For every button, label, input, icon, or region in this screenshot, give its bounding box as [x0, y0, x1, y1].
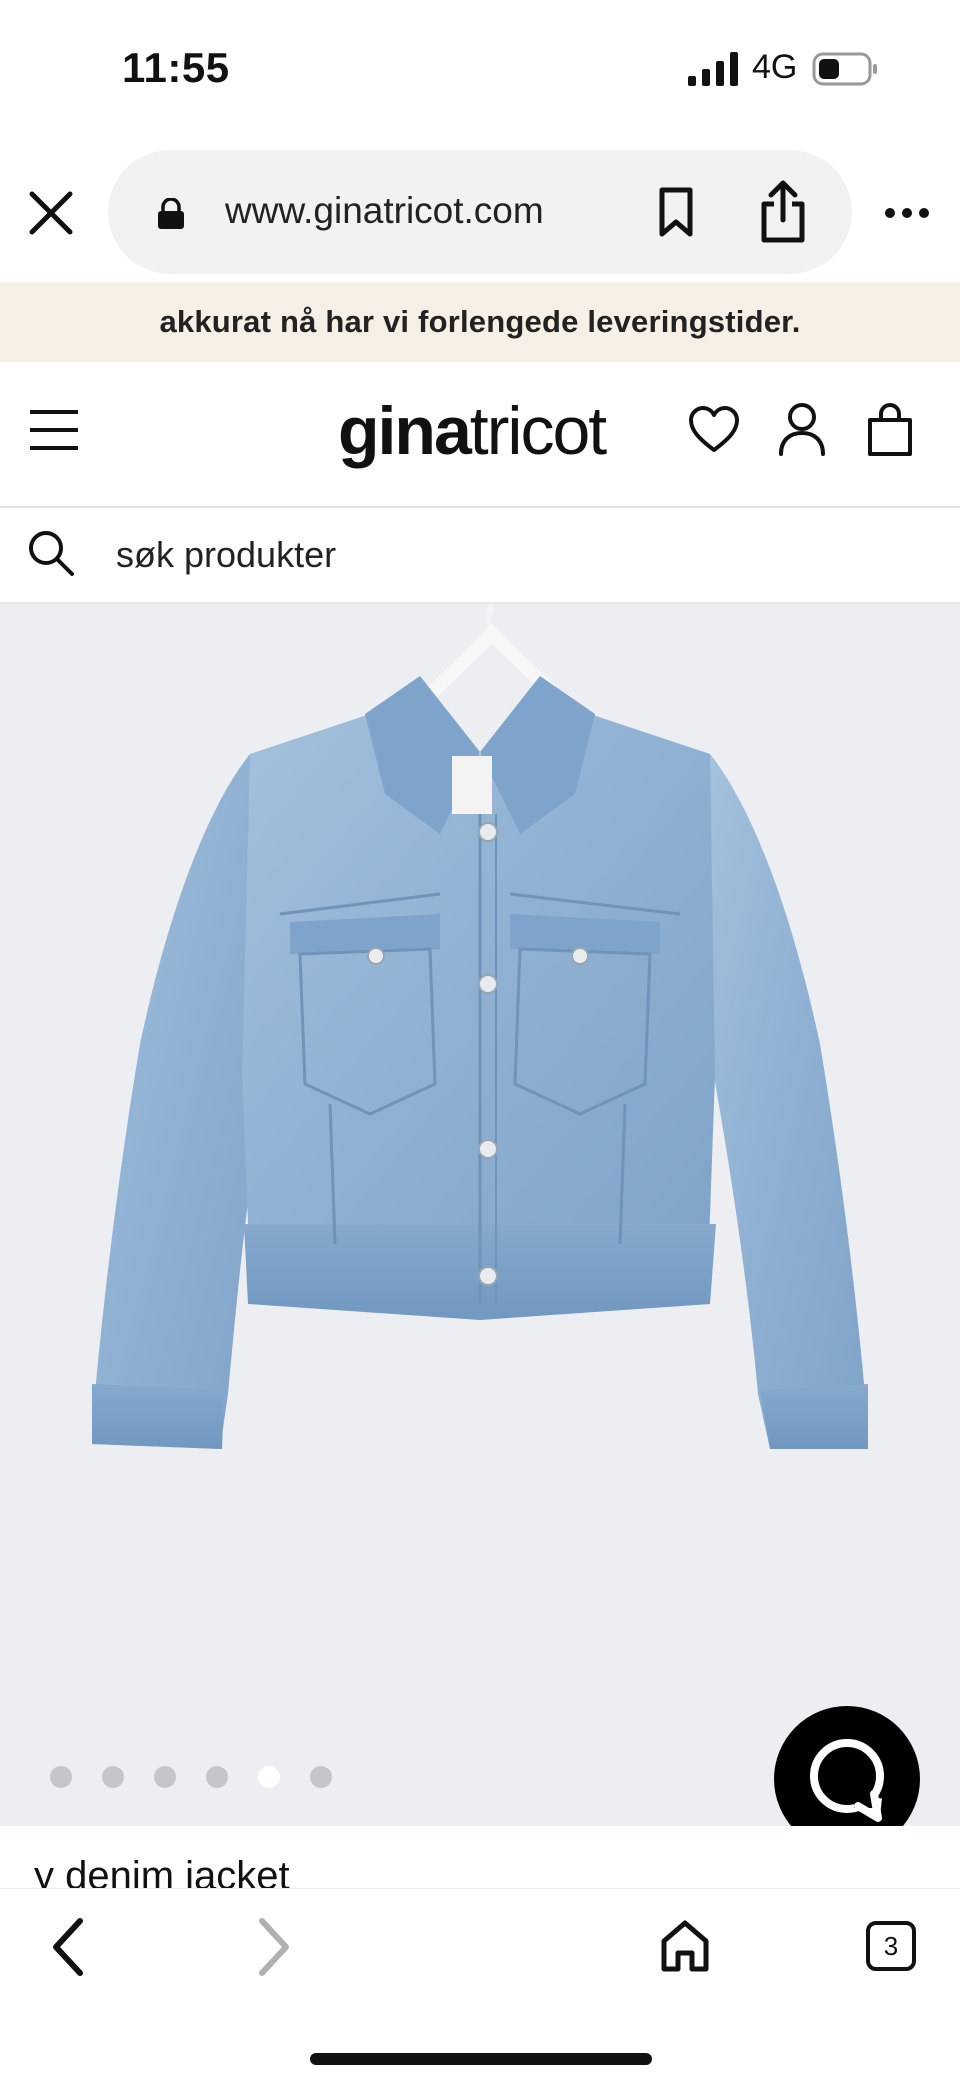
- tab-count: 3: [883, 1930, 899, 1961]
- heart-icon[interactable]: [688, 406, 740, 454]
- product-photo-denim-jacket: [92, 604, 868, 1449]
- battery-icon: [812, 52, 877, 86]
- browser-toolbar: 3: [0, 1888, 960, 2081]
- carousel-dot[interactable]: [50, 1766, 72, 1788]
- search-bar: [0, 510, 960, 604]
- tabs-icon[interactable]: 3: [866, 1921, 916, 1971]
- back-icon[interactable]: [50, 1917, 86, 1977]
- lock-icon: [158, 198, 184, 229]
- home-indicator: [310, 2053, 652, 2065]
- carousel-dot[interactable]: [102, 1766, 124, 1788]
- network-type: 4G: [752, 48, 798, 86]
- carousel-dots: [50, 1766, 332, 1788]
- close-icon[interactable]: [26, 188, 76, 238]
- carousel-dot[interactable]: [154, 1766, 176, 1788]
- announcement-banner: akkurat nå har vi forlengede leveringsti…: [0, 282, 960, 362]
- forward-icon[interactable]: [256, 1917, 292, 1977]
- search-icon[interactable]: [26, 528, 76, 578]
- bag-icon[interactable]: [866, 402, 914, 458]
- carousel-dot[interactable]: [206, 1766, 228, 1788]
- url-text[interactable]: www.ginatricot.com: [225, 190, 544, 232]
- share-icon[interactable]: [758, 180, 808, 244]
- logo-bold: gina: [338, 393, 472, 469]
- chat-icon: [810, 1739, 884, 1822]
- status-time: 11:55: [122, 44, 230, 91]
- more-icon[interactable]: [884, 206, 930, 220]
- logo-light: tricot: [469, 393, 607, 469]
- product-image-carousel[interactable]: [0, 604, 960, 1826]
- brand-logo[interactable]: ginatricot: [338, 392, 607, 470]
- site-header: ginatricot: [0, 362, 960, 508]
- announcement-text: akkurat nå har vi forlengede leveringsti…: [159, 304, 801, 339]
- bookmark-icon[interactable]: [656, 186, 696, 238]
- user-icon[interactable]: [778, 402, 826, 456]
- chat-button[interactable]: [774, 1706, 920, 1826]
- product-title-row: y denim jacket: [0, 1826, 960, 1896]
- cellular-signal-icon: [688, 52, 738, 86]
- carousel-dot[interactable]: [310, 1766, 332, 1788]
- carousel-dot-active[interactable]: [258, 1766, 280, 1788]
- home-icon[interactable]: [660, 1919, 710, 1973]
- search-input[interactable]: [116, 530, 916, 580]
- status-bar: 11:55 4G: [0, 0, 960, 140]
- menu-icon[interactable]: [30, 408, 78, 452]
